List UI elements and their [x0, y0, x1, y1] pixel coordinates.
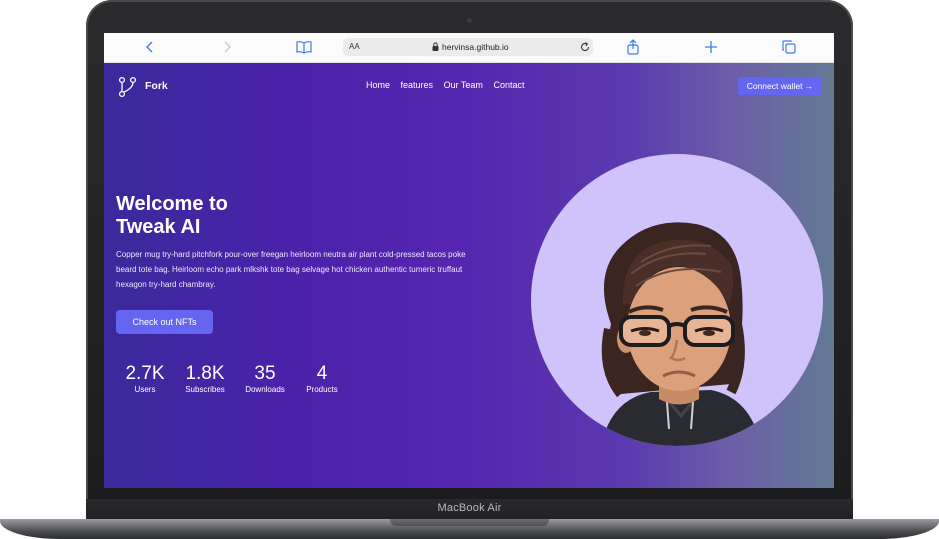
main-nav: Home features Our Team Contact — [366, 80, 532, 90]
stat-products: 4 Products — [302, 363, 342, 395]
nav-home[interactable]: Home — [366, 80, 390, 90]
stat-label: Products — [306, 385, 338, 394]
url-text: hervinsa.github.io — [442, 42, 509, 52]
stat-value: 35 — [254, 363, 276, 384]
hero-title: Welcome to Tweak AI — [116, 193, 316, 239]
stat-value: 4 — [316, 363, 328, 384]
bookmarks-icon[interactable] — [295, 39, 313, 55]
logo-text[interactable]: Fork — [145, 80, 168, 92]
stat-value: 1.8K — [185, 363, 225, 384]
tabs-overview-icon[interactable] — [780, 39, 798, 55]
avatar — [531, 154, 823, 446]
fork-logo-icon[interactable] — [118, 76, 138, 98]
website: Fork Home features Our Team Contact Conn… — [104, 63, 834, 488]
back-icon[interactable] — [141, 39, 159, 55]
share-icon[interactable] — [624, 39, 642, 55]
stat-label: Users — [134, 385, 156, 394]
connect-wallet-button[interactable]: Connect wallet → — [738, 77, 822, 95]
stat-value: 2.7K — [125, 363, 165, 384]
camera — [467, 18, 472, 23]
hero-title-line2: Tweak AI — [116, 216, 201, 238]
nav-features[interactable]: features — [401, 80, 434, 90]
text-size-button[interactable]: AA — [349, 42, 360, 51]
hero-title-line1: Welcome to — [116, 193, 228, 215]
screen: AA hervinsa.github.io Fork Home features… — [104, 33, 834, 488]
check-out-nfts-button[interactable]: Check out NFTs — [116, 310, 213, 334]
url-bar[interactable]: AA hervinsa.github.io — [343, 38, 593, 56]
laptop-notch — [390, 519, 549, 526]
nav-contact[interactable]: Contact — [493, 80, 524, 90]
lock-icon — [432, 42, 439, 51]
stat-users: 2.7K Users — [124, 363, 166, 395]
browser-toolbar: AA hervinsa.github.io — [104, 33, 834, 63]
reload-icon[interactable] — [579, 41, 591, 53]
stat-label: Subscribes — [185, 385, 225, 394]
stat-downloads: 35 Downloads — [241, 363, 289, 395]
stat-subscribes: 1.8K Subscribes — [182, 363, 228, 395]
stat-label: Downloads — [245, 385, 285, 394]
hero-description: Copper mug try-hard pitchfork pour-over … — [116, 250, 466, 289]
nav-our-team[interactable]: Our Team — [444, 80, 483, 90]
forward-icon[interactable] — [218, 39, 236, 55]
device-label: MacBook Air — [437, 502, 502, 514]
avatar-illustration — [601, 222, 761, 446]
new-tab-icon[interactable] — [702, 39, 720, 55]
